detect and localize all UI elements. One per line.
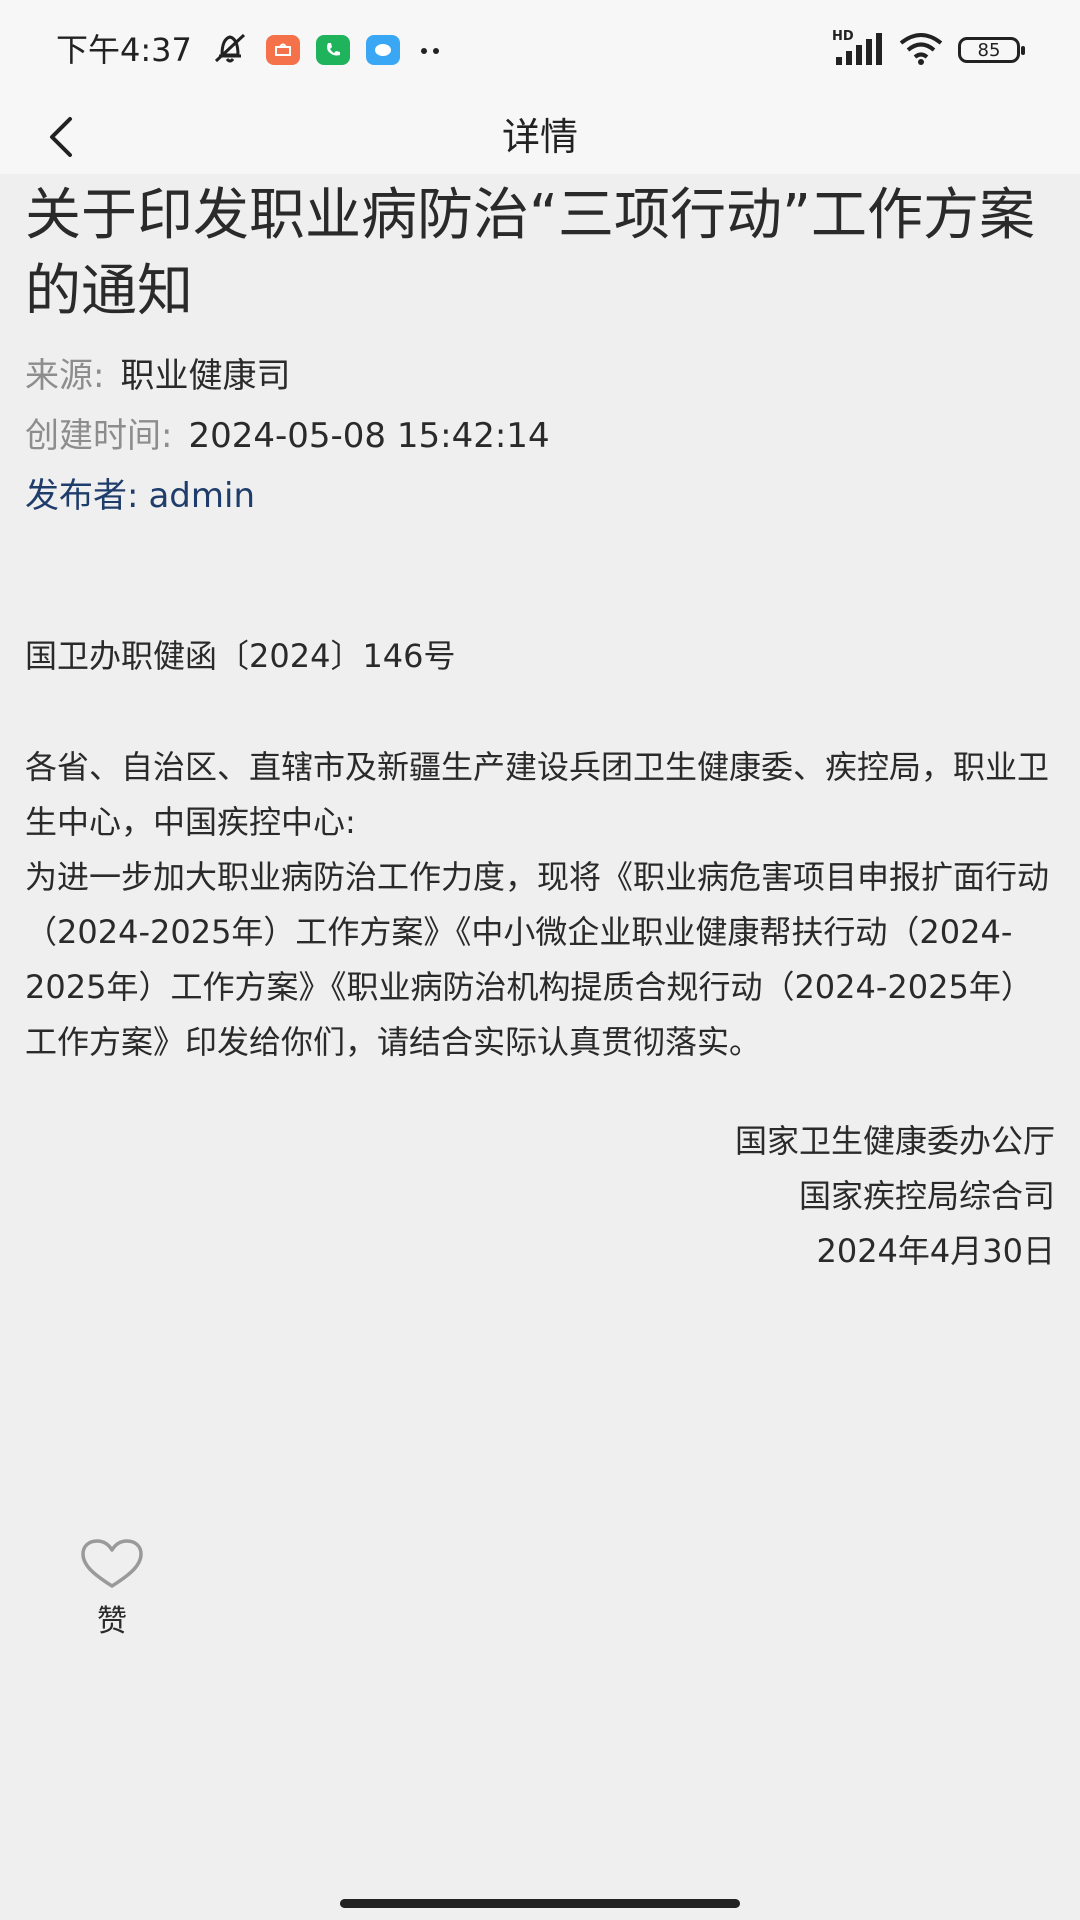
mute-icon (210, 31, 250, 69)
article-title: 关于印发职业病防治“三项行动”工作方案的通知 (25, 183, 1036, 324)
screen: 下午4:37 HD 85 详情 关于印发职业病防治“三项行动”工作方案的通知 来… (0, 0, 1080, 1920)
article-body: 各省、自治区、直辖市及新疆生产建设兵团卫生健康委、疾控局，职业卫生中心，中国疾控… (25, 740, 1055, 1070)
wifi-icon (898, 31, 944, 69)
publisher-label: 发布者: (25, 476, 139, 516)
signature-org: 国家卫生健康委办公厅 (734, 1122, 1055, 1160)
status-icons-left (210, 30, 446, 70)
article-meta: 来源: 职业健康司 创建时间: 2024-05-08 15:42:14 发布者: ad… (25, 346, 1055, 526)
publisher-value: admin (148, 476, 256, 516)
signature-block: 国家卫生健康委办公厅 国家疾控局综合司 2024年4月30日 (25, 1114, 1055, 1279)
nav-bar: 详情 (0, 100, 1080, 174)
created-value: 2024-05-08 15:42:14 (188, 416, 550, 456)
chat-icon (366, 35, 400, 65)
home-indicator[interactable] (340, 1899, 740, 1908)
heart-outline-icon (81, 1539, 143, 1588)
signal-icon: HD (832, 29, 884, 67)
battery-icon: 85 (958, 37, 1025, 63)
source-label: 来源: (25, 356, 105, 396)
article-content: 关于印发职业病防治“三项行动”工作方案的通知 来源: 职业健康司 创建时间: 202… (25, 174, 1055, 1279)
battery-level: 85 (977, 39, 1001, 61)
page-title: 详情 (501, 115, 578, 159)
phone-icon (316, 35, 350, 65)
meta-source: 来源: 职业健康司 (25, 346, 1055, 406)
status-icons-right: HD 85 (832, 29, 1025, 70)
created-label: 创建时间: (25, 416, 173, 456)
meta-publisher: 发布者: admin (25, 466, 1055, 526)
meta-created: 创建时间: 2024-05-08 15:42:14 (25, 406, 1055, 466)
signature-org: 国家疾控局综合司 (798, 1177, 1055, 1215)
like-button[interactable]: 赞 (72, 1538, 152, 1640)
like-label: 赞 (97, 1604, 127, 1639)
more-dots-icon (416, 41, 446, 60)
source-value: 职业健康司 (120, 356, 291, 396)
status-time: 下午4:37 (56, 31, 192, 69)
signature-date: 2024年4月30日 (816, 1232, 1055, 1270)
document-number: 国卫办职健函〔2024〕146号 (25, 637, 456, 675)
app-orange-icon (266, 35, 300, 65)
status-bar: 下午4:37 HD 85 (0, 0, 1080, 100)
body-paragraph: 各省、自治区、直辖市及新疆生产建设兵团卫生健康委、疾控局，职业卫生中心，中国疾控… (25, 748, 1050, 841)
body-paragraph: 为进一步加大职业病防治工作力度，现将《职业病危害项目申报扩面行动（2024-20… (25, 858, 1050, 1061)
